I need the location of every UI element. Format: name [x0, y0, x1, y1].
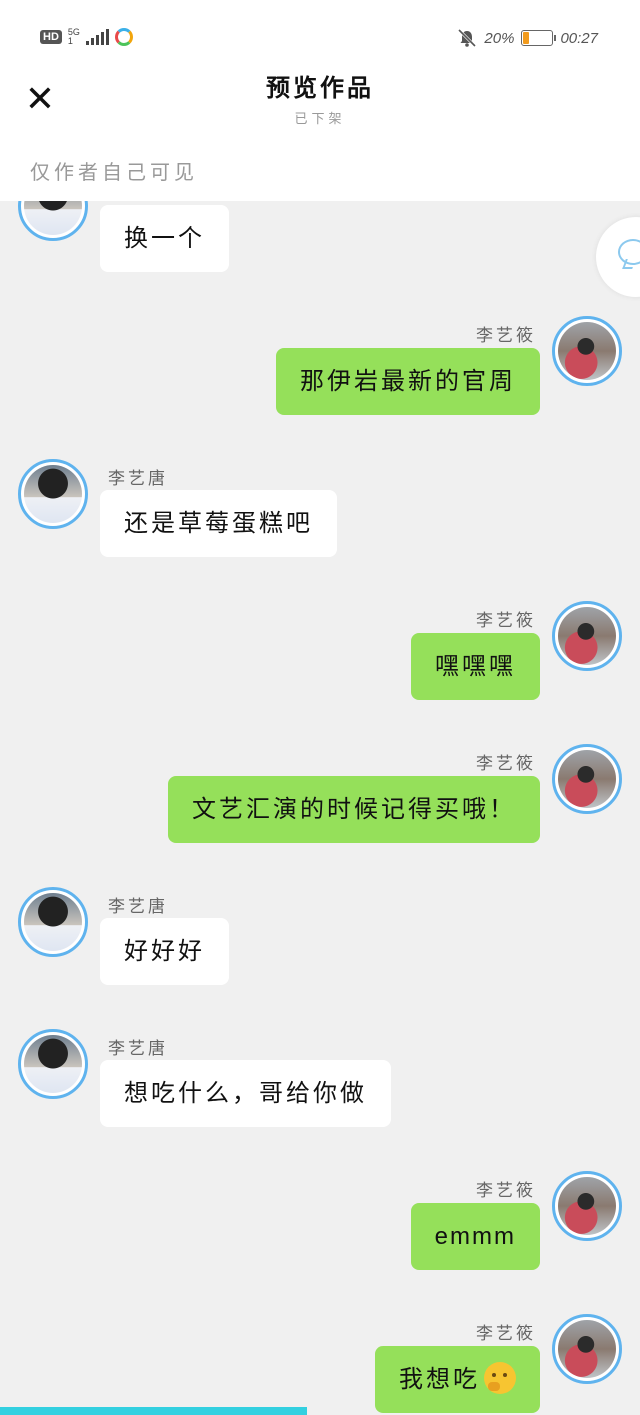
floating-comment-button[interactable] — [596, 217, 640, 297]
avatar-li-yitang[interactable] — [18, 1029, 88, 1099]
sender-name: 李艺筱 — [476, 1324, 536, 1344]
battery-icon — [521, 30, 557, 46]
page-title: 预览作品 — [266, 74, 374, 102]
thinking-face-icon — [484, 1362, 516, 1394]
hd-badge: HD — [40, 30, 62, 44]
signal-icon — [85, 29, 109, 45]
avatar-li-yitang[interactable] — [18, 459, 88, 529]
status-bar: HD 5G 1 20% 00:27 — [0, 0, 640, 62]
mute-bell-icon — [458, 28, 477, 48]
sender-name: 李艺唐 — [108, 1039, 168, 1059]
app-notification-icon — [114, 28, 133, 46]
avatar-li-yitang[interactable] — [18, 887, 88, 957]
message-bubble[interactable]: 还是草莓蛋糕吧 — [100, 490, 337, 557]
status-right: 20% 00:27 — [457, 28, 598, 48]
message-bubble[interactable]: 我想吃 — [375, 1346, 540, 1413]
message-bubble[interactable]: 换一个 — [100, 205, 229, 272]
battery-level — [523, 32, 530, 44]
message-bubble[interactable]: 那伊岩最新的官周 — [276, 348, 540, 415]
avatar-li-yitang[interactable] — [18, 201, 88, 241]
sender-name: 李艺唐 — [108, 897, 168, 917]
avatar-li-yixiao[interactable] — [552, 1171, 622, 1241]
message-bubble[interactable]: 想吃什么，哥给你做 — [100, 1060, 391, 1127]
message-text: 我想吃 — [399, 1365, 480, 1393]
message-bubble[interactable]: emmm — [410, 1203, 540, 1270]
message-bubble[interactable]: 嘿嘿嘿 — [411, 633, 540, 700]
message-bubble[interactable]: 好好好 — [100, 918, 229, 985]
avatar-li-yixiao[interactable] — [552, 601, 622, 671]
network-type: 5G 1 — [67, 27, 80, 46]
sender-name: 李艺筱 — [476, 326, 536, 346]
reading-progress-bar — [0, 1407, 640, 1415]
status-left: HD 5G 1 — [40, 28, 133, 46]
sender-name: 李艺筱 — [476, 754, 536, 774]
visibility-note: 仅作者自己可见 — [30, 160, 198, 184]
sender-name: 李艺筱 — [476, 611, 536, 631]
comment-icon — [618, 239, 640, 265]
sender-name: 李艺唐 — [108, 469, 168, 489]
clock: 00:27 — [560, 29, 598, 47]
header: ✕ 预览作品 已下架 仅作者自己可见 — [0, 62, 640, 201]
message-bubble[interactable]: 文艺汇演的时候记得买哦！ — [168, 776, 540, 843]
status-subtitle: 已下架 — [294, 112, 346, 127]
avatar-li-yixiao[interactable] — [552, 1314, 622, 1384]
reading-progress-fill — [0, 1407, 308, 1415]
avatar-li-yixiao[interactable] — [552, 316, 622, 386]
chat-area[interactable]: 换一个 李艺筱 那伊岩最新的官周 李艺唐 还是草莓蛋糕吧 李艺筱 嘿嘿嘿 李艺筱… — [0, 201, 640, 1415]
sender-name: 李艺筱 — [476, 1181, 536, 1201]
avatar-li-yixiao[interactable] — [552, 744, 622, 814]
battery-percent: 20% — [484, 29, 515, 47]
